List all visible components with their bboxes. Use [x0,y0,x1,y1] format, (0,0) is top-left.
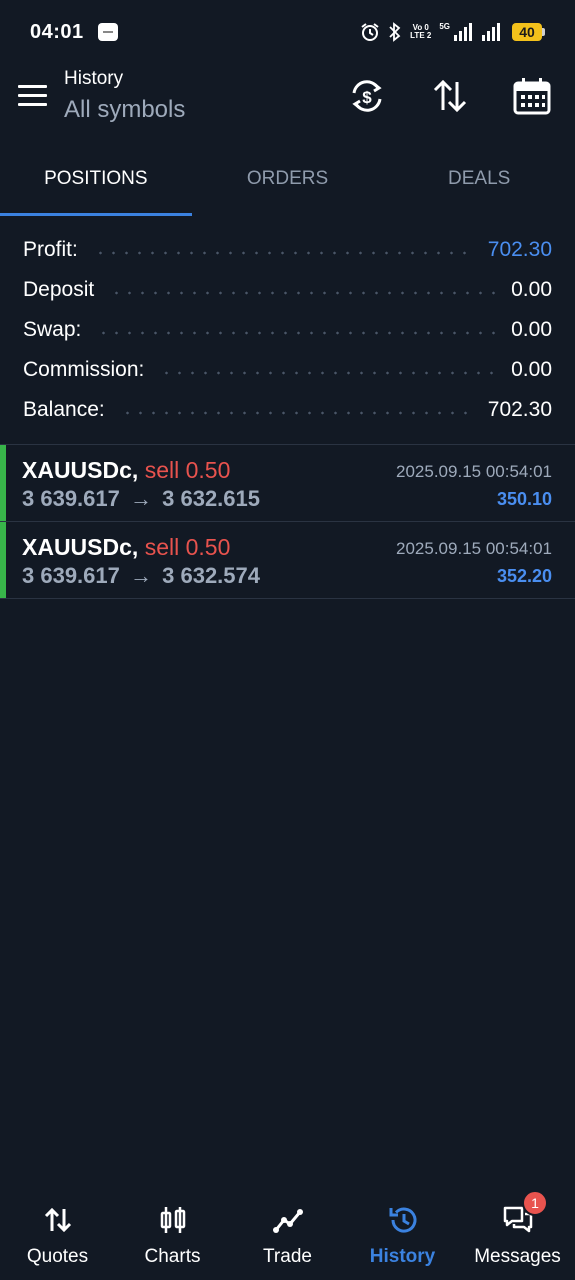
dotted-leader [93,251,472,255]
unread-badge: 1 [522,1190,548,1216]
summary-label: Balance: [23,398,105,421]
position-time: 2025.09.15 00:54:01 [396,462,552,481]
summary-value: 0.00 [511,318,552,341]
trade-icon [272,1204,304,1236]
bluetooth-icon [389,22,401,42]
position-direction: sell 0.50 [144,534,231,560]
position-indicator-bar [0,445,6,521]
signal-5g-group: 5G [439,23,474,41]
summary-value: 0.00 [511,358,552,381]
summary-value: 702.30 [487,398,552,421]
signal-icon-1 [454,23,472,41]
nav-label: Messages [474,1246,561,1267]
symbol-filter[interactable]: All symbols [64,96,185,124]
bottom-navigation: Quotes Charts Trade History 1 Messages [0,1190,575,1280]
nav-quotes[interactable]: Quotes [0,1190,115,1280]
dotted-leader [97,331,496,335]
calendar-button[interactable] [512,76,552,116]
position-symbol: XAUUSDc, [22,457,139,483]
battery-level: 40 [512,23,542,41]
currency-exchange-button[interactable]: $ [347,76,387,116]
page-title: History [64,68,124,89]
alarm-icon [361,23,379,41]
menu-icon[interactable] [18,85,47,109]
summary-label: Swap: [23,318,82,341]
dotted-leader [120,411,472,415]
summary-row-deposit: Deposit 0.00 [0,270,575,310]
dotted-leader [110,291,496,295]
list-item[interactable]: XAUUSDc, sell 0.50 3 639.617 → 3 632.574… [0,522,575,599]
nav-trade[interactable]: Trade [230,1190,345,1280]
tab-positions[interactable]: POSITIONS [0,152,192,218]
position-direction: sell 0.50 [144,457,231,483]
currency-refresh-icon: $ [352,80,382,112]
summary-label: Profit: [23,238,78,261]
arrow-right-icon: → [130,563,152,588]
list-item[interactable]: XAUUSDc, sell 0.50 3 639.617 → 3 632.615… [0,445,575,522]
nav-label: Quotes [26,1246,89,1267]
summary-value: 0.00 [511,278,552,301]
summary-row-profit: Profit: 702.30 [0,230,575,270]
summary-value: 702.30 [487,238,552,261]
close-price: 3 632.615 [162,486,260,511]
nav-messages[interactable]: 1 Messages [460,1190,575,1280]
volte-indicator: Vo 0 LTE 2 [410,23,432,40]
tab-bar: POSITIONS ORDERS DEALS [0,152,575,218]
signal-icon-2 [482,23,500,41]
svg-text:$: $ [362,88,372,107]
quotes-icon [42,1204,74,1236]
summary-label: Commission: [23,358,145,381]
open-price: 3 639.617 [22,486,120,511]
position-indicator-bar [0,522,6,598]
open-price: 3 639.617 [22,563,120,588]
nav-label: History [369,1246,436,1267]
history-icon [387,1204,419,1236]
close-price: 3 632.574 [162,563,260,588]
tab-deals[interactable]: DEALS [383,152,575,218]
positions-list: XAUUSDc, sell 0.50 3 639.617 → 3 632.615… [0,444,575,599]
app-bar: History All symbols $ [0,64,575,136]
calendar-icon [513,78,551,115]
position-time: 2025.09.15 00:54:01 [396,539,552,558]
charts-icon [157,1204,189,1236]
summary-row-balance: Balance: 702.30 [0,390,575,430]
notification-app-icon [97,23,118,41]
arrow-right-icon: → [130,486,152,511]
nav-label: Charts [144,1246,201,1267]
sort-button[interactable] [430,76,470,116]
network-type: 5G [439,22,450,31]
summary-row-commission: Commission: 0.00 [0,350,575,390]
position-symbol: XAUUSDc, [22,534,139,560]
battery-icon: 40 [512,23,545,41]
position-profit: 352.20 [496,566,552,586]
nav-charts[interactable]: Charts [115,1190,230,1280]
dotted-leader [160,371,496,375]
summary-label: Deposit [23,278,95,301]
summary-row-swap: Swap: 0.00 [0,310,575,350]
status-time: 04:01 [30,20,84,43]
summary-panel: Profit: 702.30 Deposit 0.00 Swap: 0.00 C… [0,230,575,430]
nav-label: Trade [263,1246,312,1267]
sort-arrows-icon [433,79,467,113]
tab-orders[interactable]: ORDERS [192,152,384,218]
status-bar: 04:01 Vo 0 LTE 2 5G 40 [0,0,575,64]
nav-history[interactable]: History [345,1190,460,1280]
position-profit: 350.10 [496,489,552,509]
